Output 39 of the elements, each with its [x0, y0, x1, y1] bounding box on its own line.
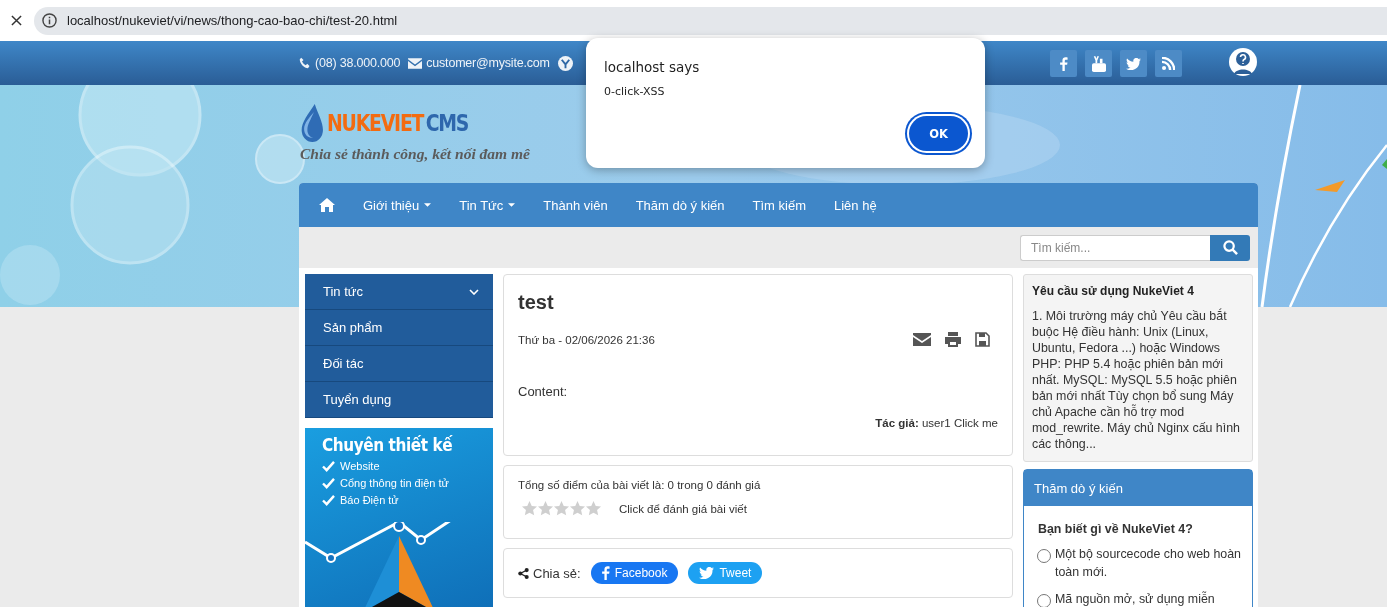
banner-item: Cổng thông tin điện tử: [340, 477, 449, 489]
share-label: Chia sẻ:: [533, 565, 581, 581]
email-address: customer@mysite.com: [426, 56, 550, 70]
dialog-title: localhost says: [604, 59, 701, 75]
block-title: Yêu cầu sử dụng NukeViet 4: [1032, 284, 1195, 298]
menu-item[interactable]: Đối tác: [305, 346, 493, 382]
menu-item[interactable]: Sản phẩm: [305, 310, 493, 346]
dialog-message: 0-click-XSS: [604, 85, 666, 98]
banner-title: Chuyên thiết kế: [322, 434, 454, 455]
article-content: Content:: [518, 384, 569, 399]
menu-item[interactable]: Tin tức: [305, 274, 493, 310]
search-field[interactable]: Tìm kiếm...: [1020, 234, 1210, 261]
poll-option: Mã nguồn mở, sử dụng miễn: [1055, 590, 1215, 607]
menu-item[interactable]: Tuyển dụng: [305, 382, 493, 418]
article-title: test: [518, 291, 555, 314]
poll-heading: Thăm dò ý kiến: [1024, 470, 1252, 506]
poll-option: Một bộ sourcecode cho web hoàn toàn mới.: [1055, 545, 1242, 581]
nav-link[interactable]: Tìm kiếm: [738, 183, 820, 227]
address-bar[interactable]: localhost/nukeviet/vi/news/thong-cao-bao-chi/test-20.html: [34, 6, 1387, 35]
nav-link[interactable]: Thăm dò ý kiến: [621, 183, 739, 227]
banner-item: Báo Điện tử: [340, 494, 399, 506]
article-date: Thứ ba - 02/06/2026 21:36: [518, 333, 655, 346]
nav-link[interactable]: Thành viên: [529, 183, 622, 227]
article-author: Tác giả: user1 Click me: [874, 417, 998, 429]
poll-question: Bạn biết gì về NukeViet 4?: [1038, 522, 1194, 536]
banner-item: Website: [340, 460, 380, 472]
slogan: Chia sẻ thành công, kết nối đam mê: [300, 145, 530, 163]
twitter-share-button[interactable]: Tweet: [688, 562, 763, 584]
nav-link[interactable]: Liên hệ: [820, 183, 891, 227]
logo-text: CMS: [425, 110, 469, 136]
nav-link[interactable]: Giới thiệu: [349, 183, 446, 227]
block-text: 1. Môi trường máy chủ Yêu cầu bắt buộc Hệ điều hành: Unix (Linux, Ubuntu, Fedora ...) hoặc Windows PHP: PHP 5.4 hoặc phiên bản mới nhất. MySQL: MySQL 5.5 hoặc phiên bản mới nhất Tùy chọn bổ sung Máy chủ Apache cần hỗ trợ mod mod_rewrite. Máy chủ Nginx cấu hình các thông...: [1032, 308, 1241, 452]
rating-hint: Click để đánh giá bài viết: [619, 502, 747, 515]
phone-number: (08) 38.000.000: [315, 56, 401, 70]
logo-text: NUKEVIET: [327, 110, 424, 136]
advert-banner[interactable]: Chuyên thiết kế Website Cổng thông tin điện tử Báo Điện tử: [305, 428, 493, 607]
facebook-share-button[interactable]: Facebook: [590, 562, 679, 584]
nav-link[interactable]: Tin Tức: [445, 183, 530, 227]
rating-summary: Tổng số điểm của bài viết là: 0 trong 0 đánh giá: [518, 479, 761, 491]
